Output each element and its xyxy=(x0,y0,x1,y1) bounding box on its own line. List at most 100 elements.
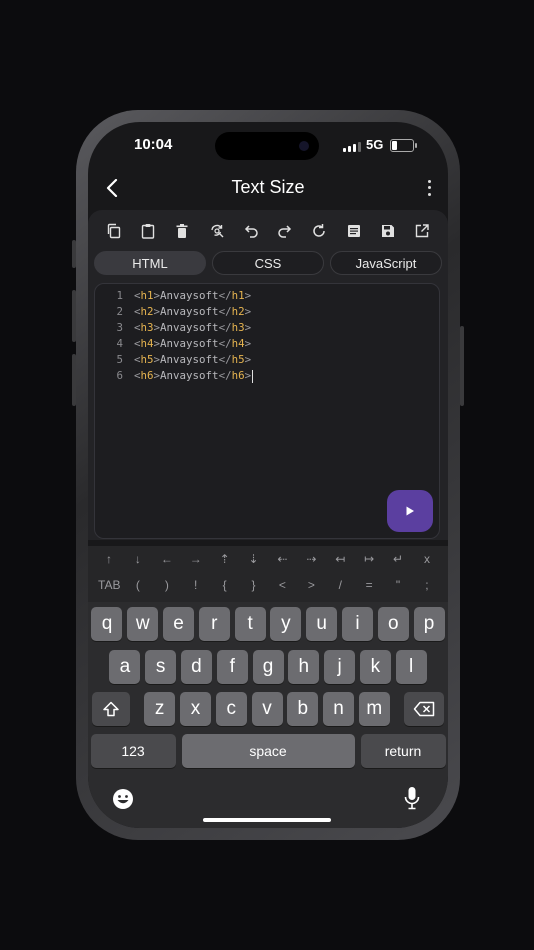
tag-text: Anvaysoft xyxy=(160,305,219,318)
letter-key[interactable]: r xyxy=(198,607,230,641)
tag-text: Anvaysoft xyxy=(160,337,219,350)
arrow-key[interactable]: x xyxy=(416,552,438,566)
keyboard-row-3: zxcvbnm xyxy=(88,692,448,726)
document-button[interactable] xyxy=(343,220,365,242)
delete-button[interactable] xyxy=(171,220,193,242)
numbers-key[interactable]: 123 xyxy=(90,734,176,768)
letter-key[interactable]: o xyxy=(377,607,409,641)
letter-key[interactable]: i xyxy=(341,607,373,641)
letter-key[interactable]: v xyxy=(251,692,283,726)
undo-button[interactable] xyxy=(240,220,262,242)
line-number: 3 xyxy=(116,321,123,334)
home-indicator xyxy=(203,818,331,822)
tag-text: Anvaysoft xyxy=(160,289,219,302)
return-key[interactable]: return xyxy=(360,734,446,768)
shift-key[interactable] xyxy=(91,692,130,726)
code-editor[interactable]: 1 <h1>Anvaysoft</h1> 2 <h2>Anvaysoft</h2> 3 <… xyxy=(94,283,440,539)
arrow-key[interactable]: ↓ xyxy=(127,552,149,566)
arrow-key[interactable]: ↵ xyxy=(387,552,409,566)
arrow-key[interactable]: ⇣ xyxy=(243,552,265,566)
arrow-key[interactable]: ↤ xyxy=(329,552,351,566)
microphone-icon xyxy=(404,787,420,810)
letter-key[interactable]: f xyxy=(216,650,248,684)
save-icon xyxy=(381,225,394,237)
line-number: 4 xyxy=(116,337,123,350)
arrow-key[interactable]: ⇡ xyxy=(214,552,236,566)
open-tag: h1 xyxy=(140,289,154,302)
letter-key[interactable]: b xyxy=(287,692,319,726)
more-menu-button[interactable] xyxy=(424,178,434,198)
tab-html[interactable]: HTML xyxy=(94,251,206,275)
shift-icon xyxy=(103,701,119,717)
tab-javascript[interactable]: JavaScript xyxy=(330,251,442,275)
save-button[interactable] xyxy=(377,220,399,242)
arrow-key[interactable]: ↑ xyxy=(98,552,120,566)
letter-key[interactable]: s xyxy=(145,650,177,684)
letter-key[interactable]: g xyxy=(252,650,284,684)
copy-button[interactable] xyxy=(103,220,125,242)
letter-key[interactable]: z xyxy=(144,692,176,726)
open-tag: h3 xyxy=(140,321,154,334)
status-time: 10:04 xyxy=(134,136,173,153)
symbol-key[interactable]: = xyxy=(358,578,380,592)
letter-key[interactable]: p xyxy=(413,607,445,641)
symbol-key[interactable]: " xyxy=(387,578,409,592)
arrow-key[interactable]: ↦ xyxy=(358,552,380,566)
nav-bar: Text Size xyxy=(88,172,448,204)
letter-key[interactable]: h xyxy=(288,650,320,684)
symbol-key[interactable]: ) xyxy=(156,578,178,592)
letter-key[interactable]: t xyxy=(234,607,266,641)
open-external-button[interactable] xyxy=(411,220,433,242)
line-number: 5 xyxy=(116,353,123,366)
line-number: 1 xyxy=(116,289,123,302)
letter-key[interactable]: l xyxy=(395,650,427,684)
letter-key[interactable]: n xyxy=(323,692,355,726)
symbol-key[interactable]: { xyxy=(214,578,236,592)
paste-icon xyxy=(142,224,155,239)
paste-button[interactable] xyxy=(137,220,159,242)
arrow-key[interactable]: ← xyxy=(156,552,178,566)
backspace-key[interactable] xyxy=(404,692,445,726)
document-icon xyxy=(347,225,360,237)
emoji-button[interactable] xyxy=(112,788,134,810)
symbol-key[interactable]: / xyxy=(329,578,351,592)
letter-key[interactable]: j xyxy=(324,650,356,684)
letter-key[interactable]: d xyxy=(180,650,212,684)
code-line: 6 <h6>Anvaysoft</h6> xyxy=(95,368,254,384)
letter-key[interactable]: a xyxy=(109,650,141,684)
letter-key[interactable]: m xyxy=(358,692,390,726)
letter-key[interactable]: e xyxy=(163,607,195,641)
copy-icon xyxy=(107,223,121,239)
letter-key[interactable]: k xyxy=(359,650,391,684)
tag-text: Anvaysoft xyxy=(160,353,219,366)
letter-key[interactable]: y xyxy=(270,607,302,641)
refresh-button[interactable] xyxy=(308,220,330,242)
symbol-key[interactable]: TAB xyxy=(98,578,120,592)
run-button[interactable] xyxy=(387,490,433,532)
symbol-key[interactable]: > xyxy=(300,578,322,592)
symbol-key[interactable]: ! xyxy=(185,578,207,592)
symbol-key[interactable]: < xyxy=(271,578,293,592)
arrow-key[interactable]: ⇢ xyxy=(300,552,322,566)
arrow-key[interactable]: → xyxy=(185,552,207,566)
open-tag: h4 xyxy=(140,337,154,350)
dictation-button[interactable] xyxy=(404,786,420,810)
arrow-key[interactable]: ⇠ xyxy=(271,552,293,566)
symbol-key[interactable]: ( xyxy=(127,578,149,592)
letter-key[interactable]: x xyxy=(179,692,211,726)
space-key[interactable]: space xyxy=(181,734,355,768)
letter-key[interactable]: u xyxy=(306,607,338,641)
redo-button[interactable] xyxy=(274,220,296,242)
find-replace-button[interactable] xyxy=(206,220,228,242)
symbol-key[interactable]: } xyxy=(243,578,265,592)
keyboard-accessory-bar: ↑ ↓ ← → ⇡ ⇣ ⇠ ⇢ ↤ ↦ ↵ x TAB ()! {} < > / = "; xyxy=(88,546,448,602)
tab-css[interactable]: CSS xyxy=(212,251,324,275)
open-tag: h2 xyxy=(140,305,154,318)
letter-key[interactable]: c xyxy=(215,692,247,726)
letter-key[interactable]: w xyxy=(127,607,159,641)
letter-key[interactable]: q xyxy=(91,607,123,641)
symbol-key[interactable]: ; xyxy=(416,578,438,592)
code-line: 1 <h1>Anvaysoft</h1> xyxy=(95,288,253,304)
undo-icon xyxy=(244,225,258,238)
close-tag: h1 xyxy=(231,289,245,302)
